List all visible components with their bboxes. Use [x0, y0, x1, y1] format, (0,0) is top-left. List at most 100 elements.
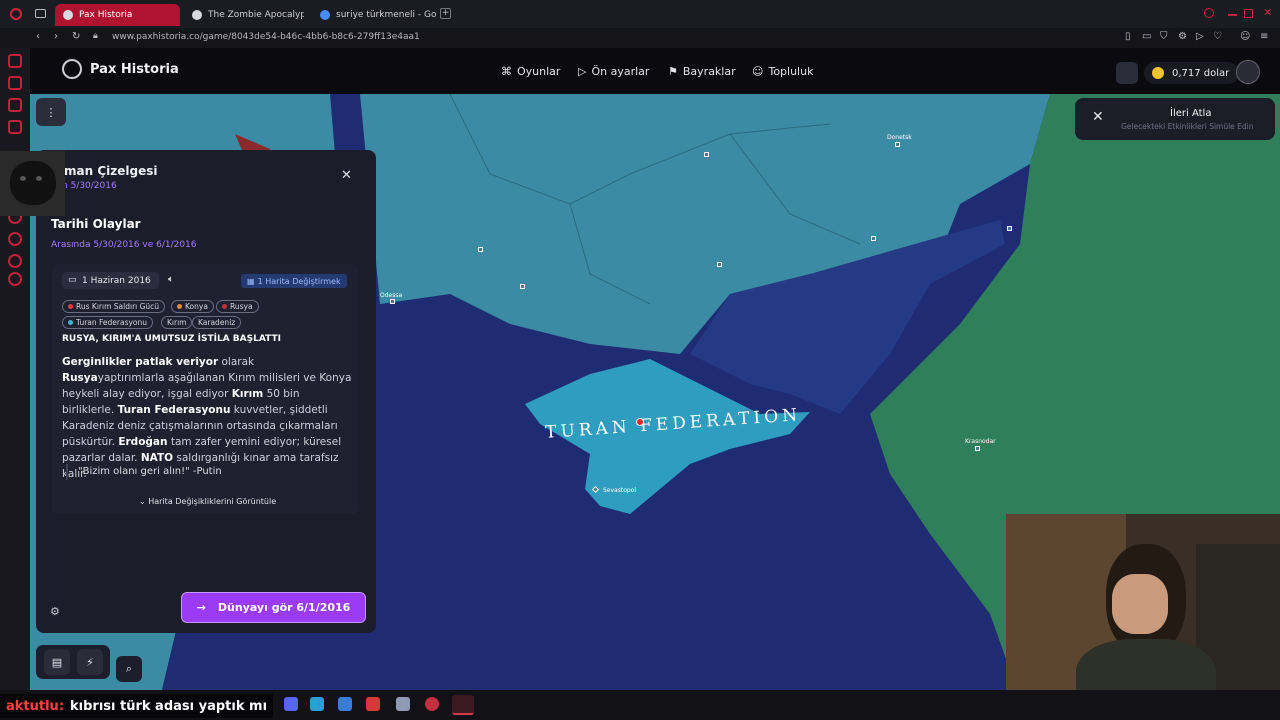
- skip-ahead-toast[interactable]: ✕ İleri Atla Gelecekteki Etkinlikleri Si…: [1075, 98, 1275, 140]
- coin-icon: [1152, 67, 1164, 79]
- heart-icon[interactable]: ♡: [1213, 31, 1222, 42]
- nav-label: Bayraklar: [682, 65, 736, 78]
- event-date-label: 1 Haziran 2016: [82, 275, 151, 286]
- menu-kebab-button[interactable]: ⋮: [36, 98, 66, 126]
- settings-icon[interactable]: [8, 272, 22, 286]
- reload-icon[interactable]: ↻: [72, 31, 80, 42]
- chevron-down-icon: ⌄: [139, 497, 146, 506]
- map-changes-badge[interactable]: ▦ 1 Harita Değiştirmek: [241, 274, 347, 288]
- sidebar-app-icon[interactable]: [8, 232, 22, 246]
- bookmark-icon[interactable]: ▯: [1125, 31, 1131, 42]
- taskbar-app-icon[interactable]: [452, 695, 474, 715]
- cta-label: Dünyayı gör 6/1/2016: [217, 601, 351, 614]
- lightning-icon[interactable]: ⚡︎: [77, 649, 103, 675]
- body-emphasis: Gerginlikler patlak veriyor: [62, 356, 219, 368]
- body-emphasis: Erdoğan: [118, 436, 168, 448]
- balance-display[interactable]: 0,717 dolar: [1144, 62, 1240, 84]
- opera-logo-icon[interactable]: [10, 8, 22, 20]
- tag[interactable]: Kırım: [161, 316, 193, 329]
- avatar[interactable]: [1236, 60, 1260, 84]
- city-marker[interactable]: [975, 446, 980, 451]
- city-marker: [478, 247, 483, 252]
- people-icon: ☺: [752, 65, 764, 78]
- taskbar-app-icon[interactable]: [284, 697, 298, 711]
- cat-webcam-image: [0, 151, 65, 216]
- sidebar-app-icon[interactable]: [8, 98, 22, 112]
- city-marker: [717, 262, 722, 267]
- capital-marker[interactable]: [636, 418, 644, 426]
- tab-switcher-icon[interactable]: [35, 9, 46, 18]
- section-title: Tarihi Olaylar: [51, 217, 141, 231]
- tab-google-search[interactable]: suriye türkmeneli - Googl: [312, 4, 436, 26]
- tag[interactable]: Rusya: [216, 300, 259, 313]
- nav-flags[interactable]: ⚑ Bayraklar: [668, 65, 736, 78]
- city-label: Donetsk: [887, 134, 912, 141]
- panel-current-date: n 5/30/2016: [62, 181, 117, 191]
- city-marker: [1007, 226, 1012, 231]
- new-tab-button[interactable]: +: [440, 8, 451, 19]
- tag[interactable]: Konya: [171, 300, 214, 313]
- view-world-button[interactable]: → Dünyayı gör 6/1/2016: [181, 592, 366, 623]
- tag-label: Karadeniz: [198, 318, 236, 327]
- arrow-right-icon: →: [196, 601, 206, 614]
- sidebar-app-icon[interactable]: [8, 54, 22, 68]
- app-header: Pax Historia ⌘ Oyunlar ▷ Ön ayarlar ⚑ Ba…: [30, 48, 1280, 94]
- extension-icon[interactable]: ⚙: [1178, 31, 1187, 42]
- close-icon[interactable]: ✕: [1092, 109, 1104, 125]
- globe-logo-icon[interactable]: [62, 59, 82, 79]
- sidebar-app-icon[interactable]: [8, 76, 22, 90]
- taskbar-app-icon[interactable]: [366, 697, 380, 711]
- maximize-icon[interactable]: [1244, 9, 1253, 18]
- city-label: Odessa: [380, 292, 403, 299]
- city-marker[interactable]: [390, 299, 395, 304]
- sidebar-app-icon[interactable]: [8, 254, 22, 268]
- taskbar-app-icon[interactable]: [338, 697, 352, 711]
- bookmark-icon[interactable]: [1116, 62, 1138, 84]
- body-text: olarak: [218, 356, 255, 368]
- body-emphasis: Turan Federasyonu: [117, 404, 231, 416]
- tag[interactable]: Rus Kırım Saldırı Gücü: [62, 300, 166, 313]
- chat-username: aktutlu:: [6, 698, 65, 714]
- city-marker: [704, 152, 709, 157]
- back-icon[interactable]: ‹: [36, 31, 40, 42]
- body-emphasis: NATO: [140, 452, 174, 464]
- nav-games[interactable]: ⌘ Oyunlar: [501, 65, 560, 78]
- tag-dot: [222, 304, 227, 309]
- settings-icon[interactable]: ⚙: [50, 605, 60, 618]
- shield-icon[interactable]: ⛉: [1160, 31, 1168, 42]
- tag[interactable]: Turan Federasyonu: [62, 316, 154, 329]
- tab-pax-historia[interactable]: Pax Historia: [55, 4, 180, 26]
- close-window-icon[interactable]: ✕: [1263, 6, 1272, 19]
- tag-label: Turan Federasyonu: [76, 318, 148, 327]
- url-field[interactable]: www.paxhistoria.co/game/8043de54-b46c-4b…: [112, 32, 420, 42]
- menu-icon[interactable]: ≡: [1260, 31, 1268, 42]
- taskbar-app-icon[interactable]: [396, 697, 410, 711]
- taskbar-app-icon[interactable]: [310, 697, 324, 711]
- brand-title[interactable]: Pax Historia: [90, 62, 179, 77]
- sidebar-app-icon[interactable]: [8, 120, 22, 134]
- forward-icon[interactable]: ›: [54, 31, 58, 42]
- profile-icon[interactable]: ☺: [1240, 31, 1250, 42]
- nav-presets[interactable]: ▷ Ön ayarlar: [578, 65, 649, 78]
- taskbar-app-icon[interactable]: [425, 697, 439, 711]
- show-map-changes-button[interactable]: ⌄ Harita Değişikliklerini Görüntüle: [139, 497, 276, 506]
- close-icon[interactable]: ✕: [341, 168, 352, 183]
- tab-zombie-apocalypse[interactable]: The Zombie Apocalypse: [184, 4, 304, 26]
- extension-icon[interactable]: ▭: [1142, 31, 1151, 42]
- search-icon[interactable]: [1204, 8, 1214, 18]
- nav-community[interactable]: ☺ Topluluk: [752, 65, 813, 78]
- map-icon: ▦: [247, 276, 255, 286]
- tab-title: Pax Historia: [79, 10, 133, 20]
- flag-icon: ⚑: [668, 65, 678, 78]
- speaker-icon[interactable]: 🔈︎: [168, 274, 174, 285]
- chat-icon[interactable]: ▤: [44, 649, 70, 675]
- map-changes-label: 1 Harita Değiştirmek: [257, 276, 341, 286]
- tab-title: suriye türkmeneli - Googl: [336, 10, 436, 20]
- search-icon[interactable]: ⌕: [116, 656, 142, 682]
- city-marker[interactable]: [895, 142, 900, 147]
- tag[interactable]: Karadeniz: [192, 316, 242, 329]
- event-date: ▭ 1 Haziran 2016: [62, 272, 159, 289]
- minimize-icon[interactable]: [1228, 14, 1237, 16]
- event-body: Gerginlikler patlak veriyor olarak Rusya…: [62, 354, 354, 482]
- play-icon[interactable]: ▷: [1196, 31, 1204, 42]
